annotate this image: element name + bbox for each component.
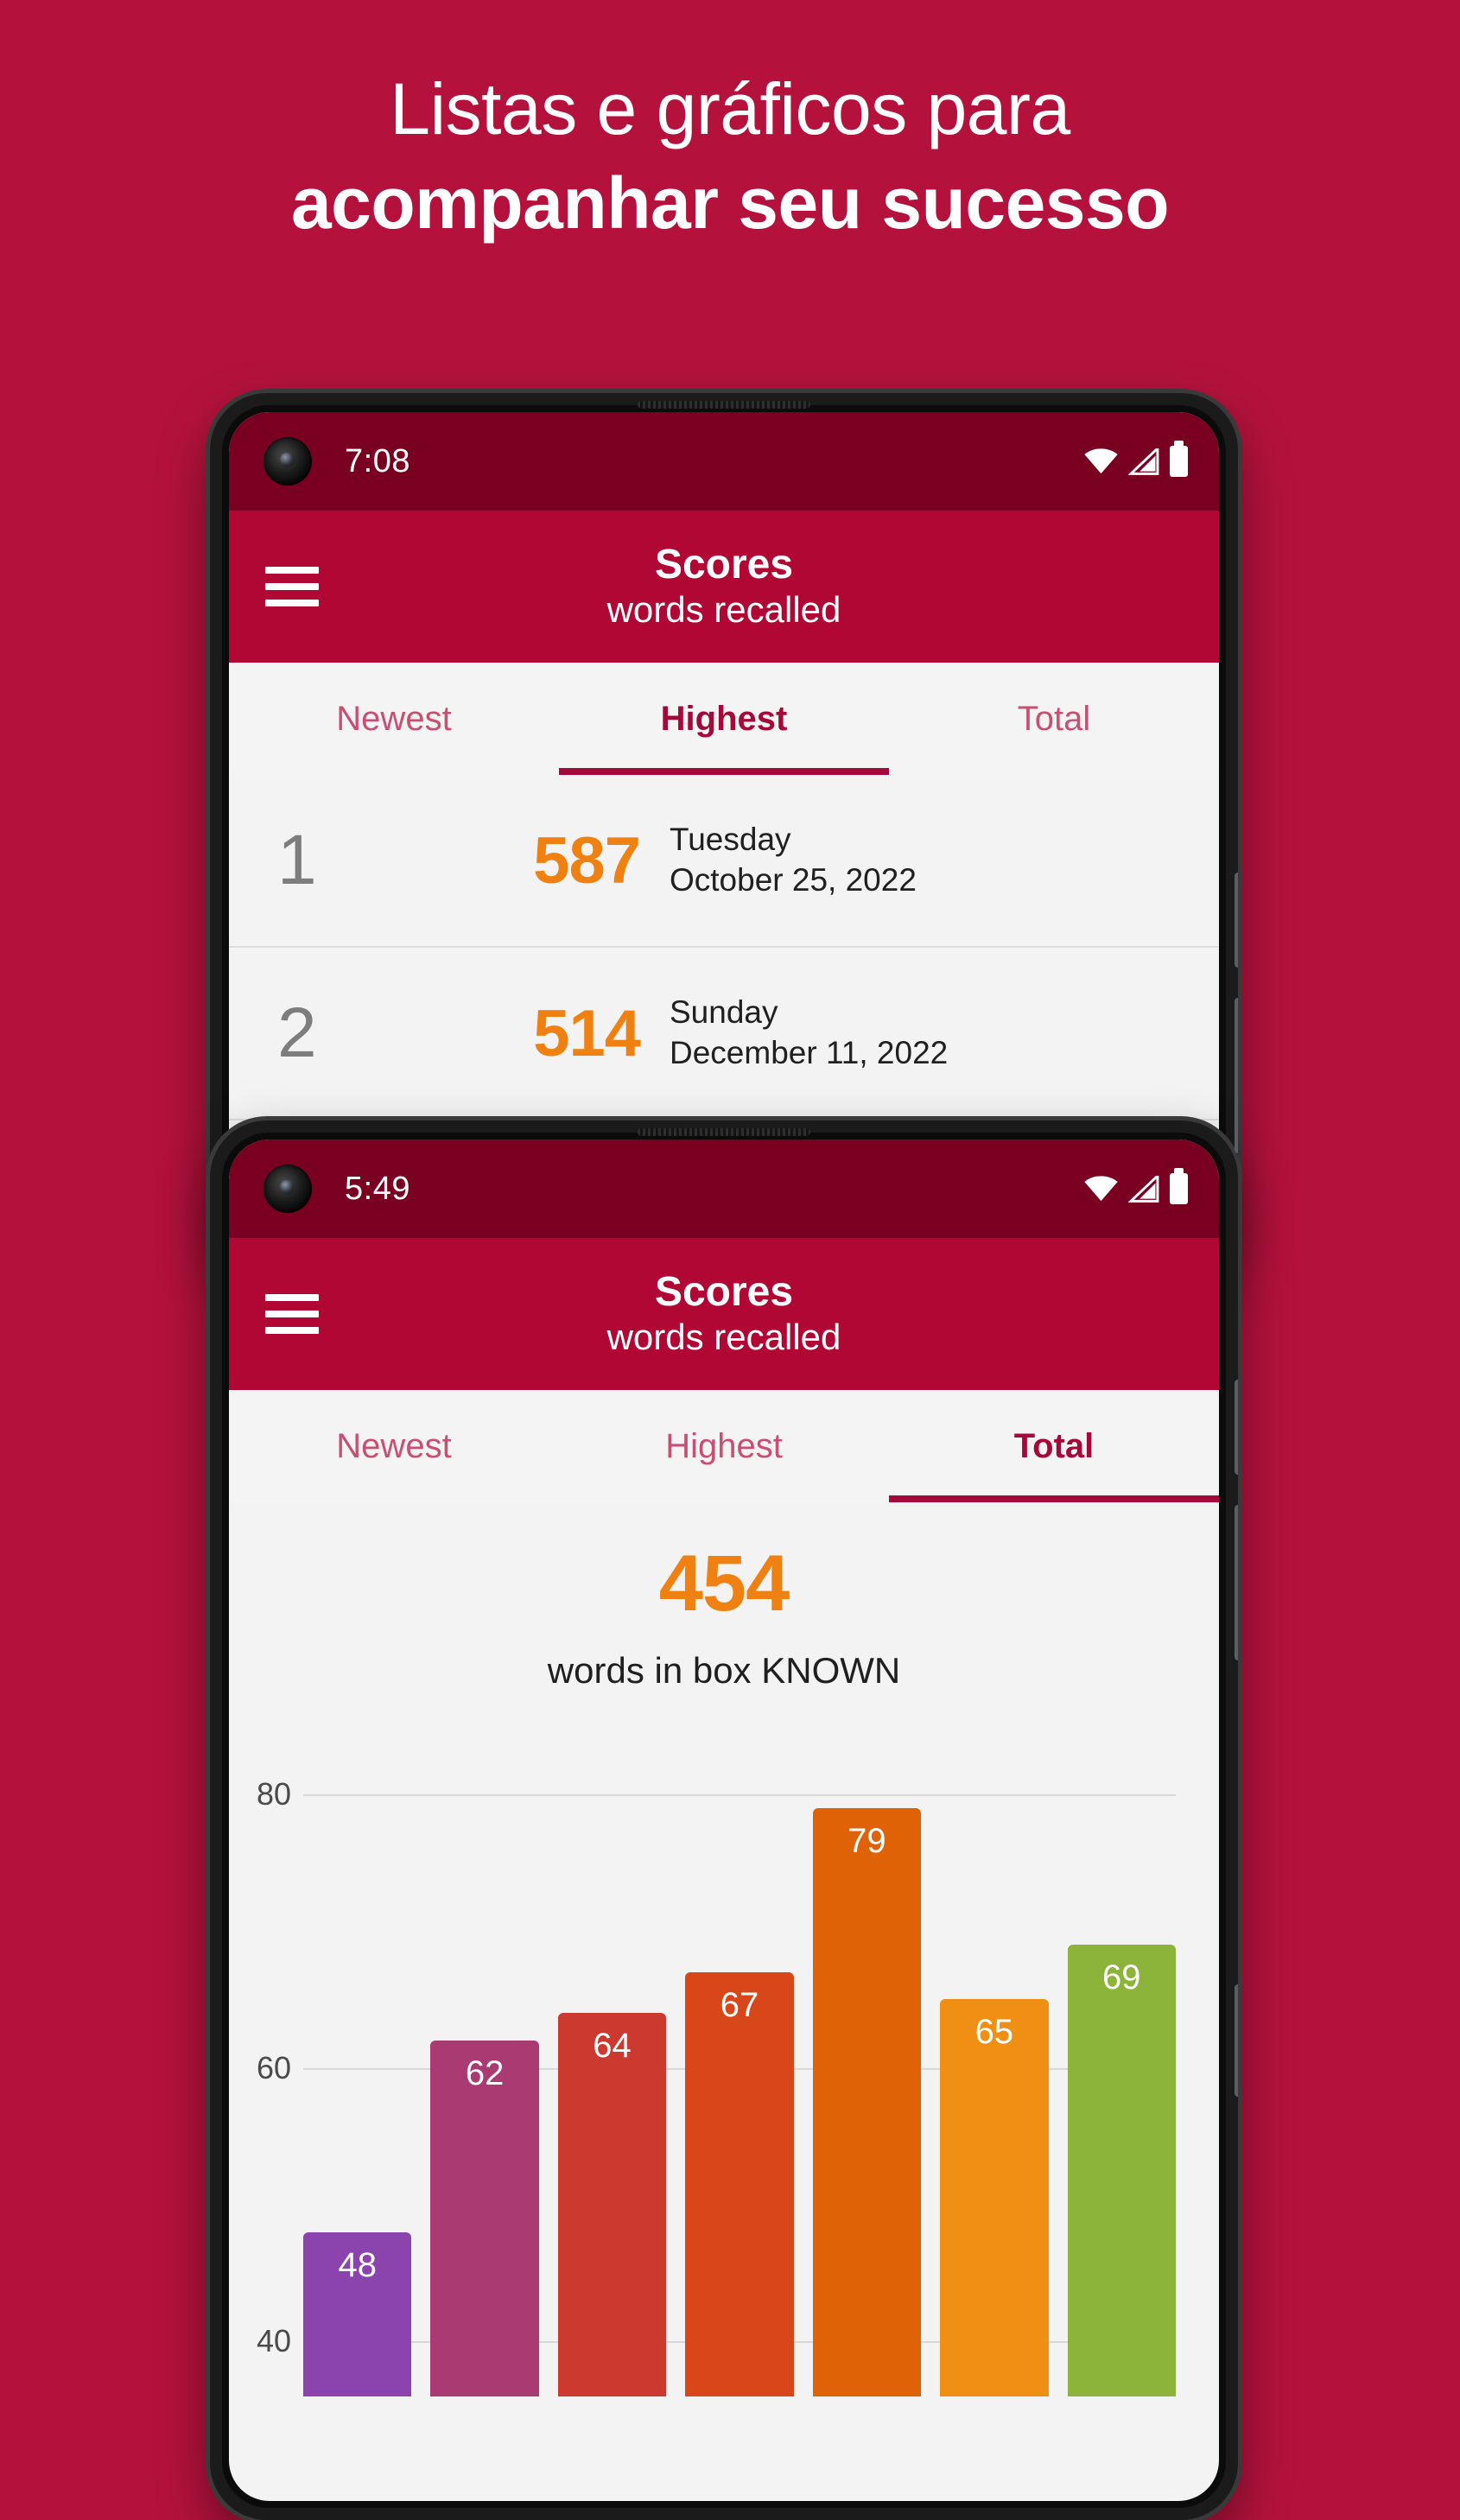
tab-total[interactable]: Total	[889, 663, 1219, 775]
page-title: Scores	[654, 1269, 794, 1316]
page-title: Scores	[654, 542, 794, 588]
status-bar: 5:49	[229, 1139, 1219, 1238]
score-rank: 1	[277, 821, 317, 899]
signal-icon	[1128, 448, 1159, 475]
chart-y-axis-label: 60	[256, 2049, 291, 2085]
promo-headline: Listas e gráficos para acompanhar seu su…	[0, 62, 1460, 251]
app-bar: Scores words recalled	[229, 1238, 1219, 1390]
chart-bar-label: 67	[720, 1985, 759, 2024]
page-subtitle: words recalled	[606, 1317, 841, 1358]
power-button[interactable]	[1235, 1380, 1238, 1475]
chart-bar-label: 69	[1101, 1958, 1141, 1997]
status-icons	[1083, 441, 1188, 477]
status-icons	[1083, 1168, 1188, 1204]
status-clock: 5:49	[345, 1170, 410, 1207]
score-full-date: October 25, 2022	[670, 862, 917, 898]
tab-bar: Newest Highest Total	[229, 663, 1219, 775]
chart-bar-label: 64	[593, 2027, 632, 2066]
score-value: 514	[533, 996, 641, 1070]
chart-bar[interactable]: 65	[940, 1999, 1049, 2396]
chart-plot-area: 48 62 64 67 79 65 69	[303, 1740, 1176, 2396]
battery-icon	[1170, 1168, 1188, 1204]
volume-button[interactable]	[1235, 998, 1238, 1153]
tab-bar: Newest Highest Total	[229, 1390, 1219, 1502]
chart-bar[interactable]: 67	[685, 1971, 794, 2396]
phone-bezel: 5:49 Scores words recalled Newest Highes…	[222, 1133, 1226, 2508]
score-bar-chart: 40 60 80 48 62 64 67 79 65 69	[229, 1740, 1219, 2396]
power-button[interactable]	[1235, 873, 1238, 968]
chart-bar-label: 79	[847, 1821, 886, 1860]
chart-bar-label: 62	[465, 2053, 505, 2092]
chart-bar[interactable]: 48	[303, 2231, 412, 2396]
earpiece-grille	[638, 1128, 810, 1136]
app-bar-titles: Scores words recalled	[319, 1269, 1183, 1358]
score-date: Tuesday October 25, 2022	[670, 820, 917, 901]
score-value: 587	[533, 823, 641, 898]
wifi-icon	[1084, 448, 1118, 474]
table-row[interactable]: 2 514 Sunday December 11, 2022	[229, 948, 1219, 1120]
assistant-button[interactable]	[1235, 1984, 1238, 2097]
app-bar-titles: Scores words recalled	[319, 542, 1183, 631]
total-caption: words in box KNOWN	[547, 1649, 901, 1691]
tab-highest[interactable]: Highest	[559, 663, 889, 775]
earpiece-grille	[638, 401, 810, 409]
score-full-date: December 11, 2022	[670, 1035, 949, 1070]
tab-highest[interactable]: Highest	[559, 1390, 889, 1502]
chart-bar[interactable]: 79	[812, 1807, 922, 2396]
chart-bar[interactable]: 69	[1067, 1945, 1176, 2396]
status-clock: 7:08	[345, 442, 410, 479]
headline-line-2: acompanhar seu sucesso	[290, 162, 1170, 244]
score-list: 1 587 Tuesday October 25, 2022 2 514 Sun…	[229, 775, 1219, 1120]
score-weekday: Tuesday	[670, 822, 791, 858]
total-value: 454	[658, 1539, 790, 1628]
hamburger-menu-icon[interactable]	[265, 557, 319, 616]
battery-icon	[1170, 441, 1188, 477]
chart-y-axis-label: 80	[256, 1775, 291, 1812]
page-subtitle: words recalled	[606, 589, 841, 631]
tab-total[interactable]: Total	[889, 1390, 1219, 1502]
front-camera-icon	[263, 437, 312, 486]
hamburger-menu-icon[interactable]	[265, 1285, 319, 1343]
status-bar: 7:08	[229, 412, 1219, 511]
wifi-icon	[1084, 1176, 1118, 1202]
chart-y-axis-label: 40	[256, 2323, 291, 2359]
table-row[interactable]: 1 587 Tuesday October 25, 2022	[229, 775, 1219, 948]
phone-screen-bottom: 5:49 Scores words recalled Newest Highes…	[229, 1139, 1219, 2501]
signal-icon	[1128, 1175, 1159, 1203]
tab-newest[interactable]: Newest	[229, 663, 559, 775]
chart-bar[interactable]: 62	[430, 2040, 539, 2396]
app-bar: Scores words recalled	[229, 511, 1219, 663]
score-weekday: Sunday	[670, 994, 778, 1031]
phone-mockup-bottom: 5:49 Scores words recalled Newest Highes…	[210, 1120, 1238, 2520]
chart-bar-label: 65	[974, 2013, 1014, 2052]
score-date: Sunday December 11, 2022	[670, 993, 948, 1074]
chart-bar[interactable]: 64	[557, 2013, 667, 2396]
total-panel: 454 words in box KNOWN 40 60 80 48 62 64 67 79 6…	[229, 1502, 1219, 2396]
chart-bar-label: 48	[338, 2245, 377, 2284]
tab-newest[interactable]: Newest	[229, 1390, 559, 1502]
headline-line-1: Listas e gráficos para	[390, 68, 1070, 149]
volume-button[interactable]	[1235, 1505, 1238, 1660]
score-rank: 2	[277, 993, 317, 1072]
front-camera-icon	[263, 1165, 312, 1213]
